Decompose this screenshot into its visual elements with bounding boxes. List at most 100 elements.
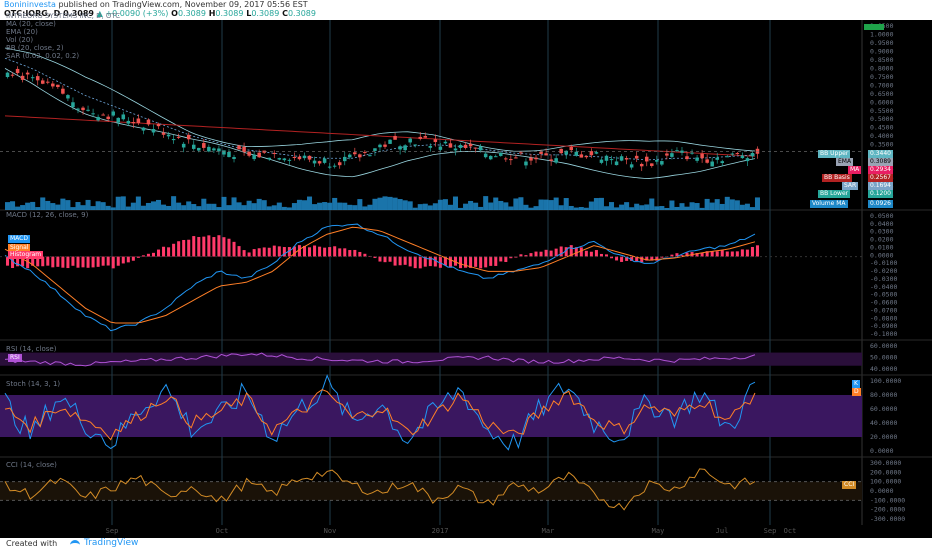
macd-histogram-bar — [358, 251, 362, 257]
candle-body — [312, 160, 317, 164]
macd-histogram-bar — [81, 256, 85, 268]
volume-bar — [538, 199, 544, 210]
candle-body — [559, 148, 563, 154]
y-tick-label: 0.3500 — [870, 141, 894, 149]
candle-body — [252, 154, 256, 160]
volume-bar — [301, 200, 307, 210]
volume-bar — [236, 202, 242, 210]
volume-bar — [528, 207, 534, 210]
volume-bar — [342, 202, 348, 210]
macd-histogram-bar — [96, 256, 100, 267]
volume-bar — [598, 197, 604, 210]
y-tick-label: 0.9000 — [870, 47, 894, 55]
chart-background — [0, 20, 932, 538]
chart-area[interactable]: SepOctNov2017MarMayJulSepOct1.05001.0000… — [0, 20, 932, 538]
volume-bar — [382, 196, 388, 210]
y-tick-label: 100.0000 — [870, 377, 901, 385]
volume-bar — [553, 197, 559, 210]
y-tick-label: -0.0300 — [870, 275, 897, 283]
volume-bar — [140, 205, 146, 210]
candle-body — [584, 155, 589, 158]
volume-bar — [226, 205, 232, 210]
y-tick-label: 0.5000 — [870, 115, 894, 123]
y-tick-label: 1.0000 — [870, 30, 894, 38]
volume-bar — [337, 202, 343, 210]
candle-body — [463, 144, 468, 148]
candle-body — [86, 109, 90, 111]
volume-bar — [392, 197, 398, 210]
volume-bar — [156, 199, 162, 210]
volume-bar — [412, 207, 418, 210]
y-tick-label: 0.4500 — [870, 124, 894, 132]
macd-histogram-bar — [539, 251, 543, 257]
y-tick-label: 0.0300 — [870, 228, 894, 236]
candle-body — [408, 138, 412, 143]
candle-body — [232, 157, 236, 160]
publish-info: published on TradingView.com, November 0… — [58, 0, 308, 9]
volume-bar — [659, 206, 665, 210]
candle-body — [176, 136, 181, 138]
volume-bar — [115, 196, 121, 210]
volume-bar — [30, 201, 36, 210]
candle-body — [428, 146, 433, 148]
legend-histogram: Histogram — [8, 251, 44, 259]
candle-body — [529, 157, 533, 161]
macd-histogram-bar — [272, 245, 276, 257]
chart-screenshot: { "header": { "author": "Bonininvesta", … — [0, 0, 932, 550]
macd-histogram-bar — [484, 256, 488, 268]
candle-body — [332, 165, 337, 167]
label-ma: MA — [848, 166, 862, 174]
macd-histogram-bar — [157, 249, 161, 257]
candle-body — [473, 147, 478, 149]
author-name[interactable]: Bonininvesta — [4, 0, 56, 9]
macd-histogram-bar — [343, 248, 347, 257]
volume-bar — [503, 202, 509, 210]
volume-bar — [246, 200, 252, 210]
volume-bar — [95, 201, 101, 210]
volume-bar — [347, 204, 353, 210]
macd-histogram-bar — [172, 243, 176, 257]
candle-body — [302, 155, 307, 159]
price-overlay-ema: EMA (20) — [6, 28, 38, 36]
candle-body — [715, 157, 719, 160]
y-tick-label: 0.0000 — [870, 251, 894, 259]
candle-body — [398, 146, 402, 150]
candle-body — [358, 154, 362, 158]
macd-histogram-bar — [328, 247, 332, 257]
candle-body — [267, 157, 272, 160]
volume-bar — [518, 197, 524, 210]
macd-histogram-bar — [116, 256, 120, 266]
volume-bar — [70, 207, 76, 210]
candle-body — [247, 151, 251, 156]
volume-bar — [699, 207, 705, 210]
volume-bar — [241, 205, 247, 210]
candle-body — [519, 152, 523, 154]
volume-bar — [206, 203, 212, 210]
macd-histogram-bar — [750, 246, 754, 257]
candle-body — [337, 162, 342, 166]
macd-histogram-bar — [308, 247, 312, 257]
candle-body — [478, 146, 483, 151]
volume-bar — [689, 202, 695, 210]
rsi-band — [0, 352, 862, 366]
candle-body — [720, 161, 725, 164]
candle-body — [539, 151, 543, 154]
volume-bar — [483, 196, 489, 210]
volume-bar — [397, 199, 403, 210]
macd-histogram-bar — [56, 256, 60, 267]
candle-body — [448, 143, 453, 148]
macd-histogram-bar — [348, 250, 352, 257]
volume-bar — [754, 197, 760, 210]
volume-bar — [231, 197, 237, 210]
macd-histogram-bar — [101, 256, 105, 266]
macd-histogram-bar — [353, 249, 357, 257]
candle-body — [111, 111, 115, 116]
candle-body — [76, 108, 80, 110]
candle-body — [131, 122, 136, 124]
volume-bar — [452, 196, 458, 210]
macd-histogram-bar — [51, 256, 55, 268]
label-ema: EMA — [836, 158, 854, 166]
volume-bar — [130, 202, 136, 210]
tradingview-brand[interactable]: TradingView — [84, 538, 138, 548]
high-value: 0.3089 — [215, 9, 244, 18]
